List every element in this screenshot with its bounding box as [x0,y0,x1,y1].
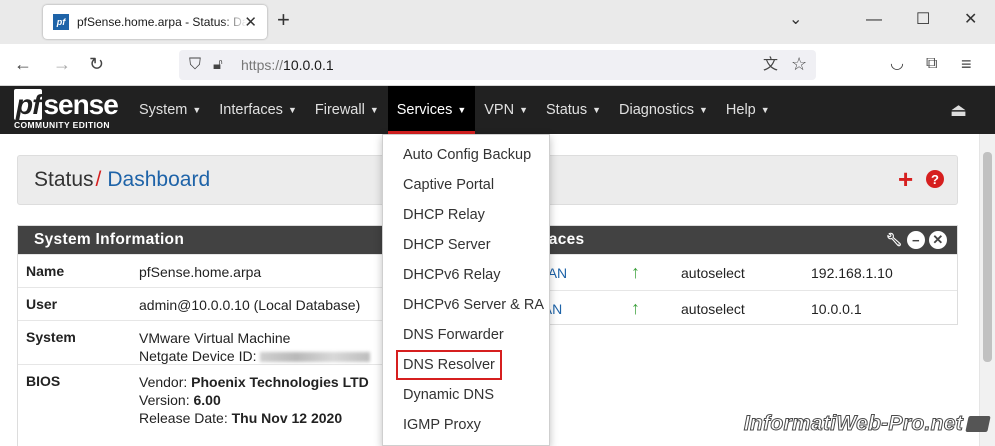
table-row: BIOS Vendor: Phoenix Technologies LTD Ve… [18,364,392,434]
close-icon[interactable]: ✕ [964,10,977,30]
scroll-thumb[interactable] [983,152,992,362]
menu-item-dhcpv6-server-ra[interactable]: DHCPv6 Server & RA [383,291,549,321]
menu-item-dns-resolver[interactable]: DNS Resolver [383,350,549,381]
menu-item-dhcpv6-relay[interactable]: DHCPv6 Relay [383,261,549,291]
browser-tab-bar: pf pfSense.home.arpa - Status: Da ✕ + ⌄ … [0,0,995,44]
wrench-icon[interactable]: 🔧︎ [885,231,903,249]
close-panel-icon[interactable]: ✕ [929,231,947,249]
tab-title: pfSense.home.arpa - Status: Da [77,15,247,29]
lock-icon[interactable]: 🔓︎ [213,55,223,75]
caret-down-icon: ▼ [457,105,467,115]
menu-help[interactable]: Help ▼ [717,86,779,134]
menu-vpn[interactable]: VPN ▼ [475,86,537,134]
page-title: Status/Dashboard [34,168,211,191]
table-row: User admin@10.0.0.10 (Local Database) [18,287,392,320]
browser-toolbar: ← → ↻ ⛉ 🔓︎ https://10.0.0.1 文 ☆ ◡ ⧉ ≡ [0,44,995,86]
menu-system[interactable]: System ▼ [130,86,210,134]
star-icon[interactable]: ☆ [791,54,807,74]
pfsense-logo[interactable]: pf sense COMMUNITY EDITION [14,89,122,130]
minimize-panel-icon[interactable]: − [907,231,925,249]
url-text: https://10.0.0.1 [241,57,334,73]
chevron-down-icon[interactable]: ⌄ [789,10,802,30]
forward-icon[interactable]: → [53,54,71,74]
panel-title: rfaces 🔧︎ − ✕ [521,226,957,254]
menu-services[interactable]: Services ▼ [387,86,476,134]
add-widget-icon[interactable]: + [898,166,913,192]
pfsense-favicon-icon: pf [53,14,69,30]
menu-item-captive-portal[interactable]: Captive Portal [383,171,549,201]
laptop-icon [965,416,991,432]
main-menu: System ▼ Interfaces ▼ Firewall ▼ Services ▼ … [130,86,779,134]
caret-down-icon: ▼ [192,105,202,115]
pfsense-navbar: pf sense COMMUNITY EDITION System ▼ Interf… [0,86,995,134]
reload-icon[interactable]: ↻ [89,54,104,74]
maximize-icon[interactable]: ☐ [916,10,930,30]
caret-down-icon: ▼ [519,105,529,115]
watermark: InformatiWeb-Pro.net [743,412,963,436]
extensions-icon[interactable]: ⧉ [926,54,937,74]
minimize-icon[interactable]: — [866,10,882,30]
menu-diagnostics[interactable]: Diagnostics ▼ [610,86,717,134]
pocket-icon[interactable]: ◡ [890,54,904,74]
caret-down-icon: ▼ [592,105,602,115]
status-up-icon: ↑ [631,262,640,282]
menu-item-dynamic-dns[interactable]: Dynamic DNS [383,381,549,411]
browser-tab[interactable]: pf pfSense.home.arpa - Status: Da ✕ [43,5,267,39]
status-up-icon: ↑ [631,298,640,318]
breadcrumb-dashboard-link[interactable]: Dashboard [107,168,210,191]
shield-icon[interactable]: ⛉ [189,55,201,75]
interfaces-panel: rfaces 🔧︎ − ✕ WAN ↑ autoselect 192.168.1… [520,225,958,325]
table-row: System VMware Virtual Machine Netgate Dev… [18,320,392,364]
menu-item-dhcp-relay[interactable]: DHCP Relay [383,201,549,231]
new-tab-icon[interactable]: + [277,9,290,31]
panel-title: System Information [18,226,392,254]
services-dropdown: Auto Config Backup Captive Portal DHCP R… [382,134,550,446]
page-scrollbar[interactable] [979,134,995,446]
tab-close-icon[interactable]: ✕ [244,13,257,31]
redacted-device-id [260,352,371,363]
menu-interfaces[interactable]: Interfaces ▼ [210,86,306,134]
system-information-panel: System Information Name pfSense.home.arpa… [17,225,393,446]
caret-down-icon: ▼ [287,105,297,115]
caret-down-icon: ▼ [699,105,708,115]
caret-down-icon: ▼ [369,105,379,115]
table-row: WAN ↑ autoselect 192.168.1.10 [521,254,957,290]
back-icon[interactable]: ← [14,54,32,74]
table-row: LAN ↑ autoselect 10.0.0.1 [521,290,957,326]
logout-icon[interactable]: ⏏ [950,100,967,121]
address-bar[interactable]: ⛉ 🔓︎ https://10.0.0.1 文 ☆ [179,50,816,80]
logo-subtitle: COMMUNITY EDITION [14,120,110,130]
table-row: Name pfSense.home.arpa [18,254,392,287]
menu-item-dns-forwarder[interactable]: DNS Forwarder [383,321,549,351]
menu-firewall[interactable]: Firewall ▼ [306,86,388,134]
menu-item-dhcp-server[interactable]: DHCP Server [383,231,549,261]
menu-icon[interactable]: ≡ [961,54,972,74]
help-icon[interactable]: ? [926,170,944,188]
menu-item-igmp-proxy[interactable]: IGMP Proxy [383,411,549,441]
menu-item-auto-config-backup[interactable]: Auto Config Backup [383,141,549,171]
caret-down-icon: ▼ [760,105,770,115]
translate-icon[interactable]: 文 [763,55,778,75]
menu-status[interactable]: Status ▼ [537,86,610,134]
